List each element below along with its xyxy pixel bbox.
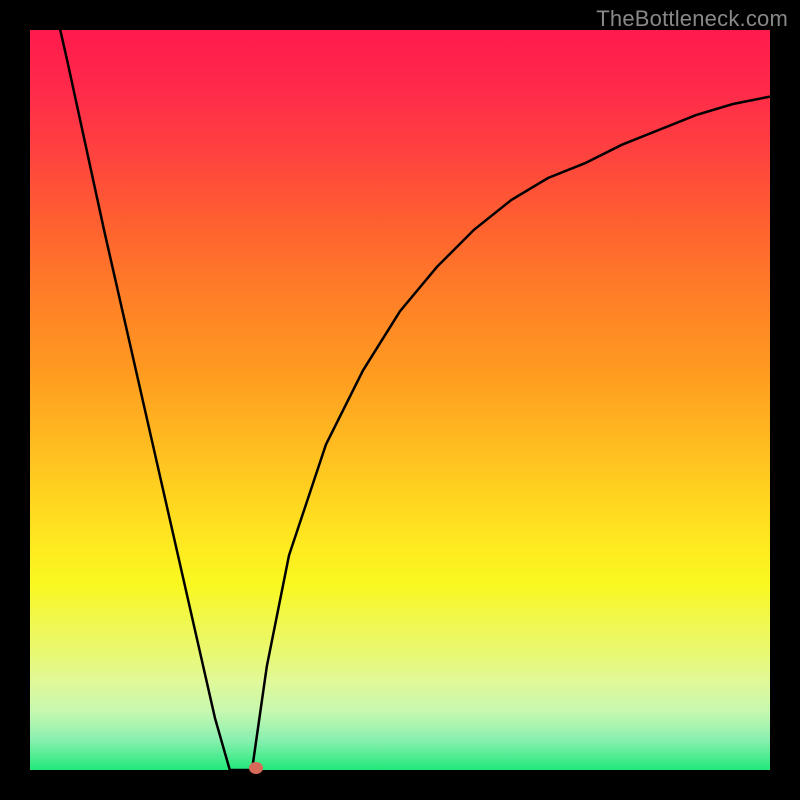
minimum-marker bbox=[249, 762, 263, 774]
plot-area bbox=[30, 30, 770, 770]
watermark-text: TheBottleneck.com bbox=[596, 6, 788, 32]
bottleneck-curve bbox=[30, 30, 770, 770]
curve-path bbox=[30, 30, 770, 770]
chart-frame: TheBottleneck.com bbox=[0, 0, 800, 800]
